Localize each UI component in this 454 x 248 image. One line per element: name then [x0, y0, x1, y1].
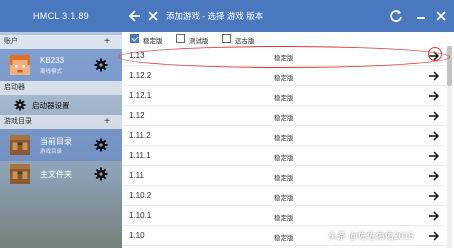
accounts-header: 账户 + [0, 35, 122, 49]
version-row[interactable]: 1.12 稳定版 [122, 106, 446, 126]
version-type: 稳定版 [274, 75, 294, 82]
arrow-right-icon[interactable] [428, 170, 440, 182]
version-name: 1.10 [129, 231, 145, 240]
version-type: 稳定版 [274, 55, 294, 62]
version-type: 稳定版 [274, 135, 294, 142]
app-title: HMCL 3.1.89 [33, 11, 89, 21]
arrow-right-icon[interactable] [428, 90, 440, 102]
game-dir-name: 当前目录 [40, 137, 72, 146]
game-dir-item-home[interactable]: 主文件夹 [0, 158, 122, 190]
version-type: 稳定版 [274, 155, 294, 162]
version-name: 1.11 [129, 171, 144, 180]
old-checkbox[interactable] [222, 34, 231, 43]
add-account-button[interactable]: + [104, 35, 110, 48]
title-bar: HMCL 3.1.89 添加游戏 - 选择 游戏 版本 [0, 0, 454, 32]
launcher-settings-label: 启动器设置 [32, 101, 70, 110]
version-type: 稳定版 [274, 195, 294, 202]
back-arrow-icon[interactable] [128, 8, 142, 24]
version-type: 稳定版 [274, 115, 294, 122]
version-row[interactable]: 1.10.1 稳定版 [122, 206, 446, 226]
game-dir-header: 游戏目录 + [0, 115, 122, 129]
filter-label: 稳定版 [143, 38, 163, 45]
account-type: 离线模式 [40, 69, 63, 75]
filter-label: 远古版 [235, 38, 255, 45]
filter-bar: 稳定版 测试版 远古版 [122, 32, 454, 46]
arrow-right-icon[interactable] [428, 110, 440, 122]
close-page-icon[interactable] [146, 8, 160, 24]
settings-gear-icon [14, 99, 26, 111]
arrow-right-icon[interactable] [428, 150, 440, 162]
close-icon[interactable] [434, 9, 448, 23]
arrow-right-icon[interactable] [428, 130, 440, 142]
version-type: 稳定版 [274, 95, 294, 102]
launcher-header-label: 启动器 [4, 84, 25, 91]
game-dir-name: 主文件夹 [40, 170, 72, 179]
account-name: KB233 [40, 56, 65, 65]
filter-label: 测试版 [189, 38, 209, 45]
version-row[interactable]: 1.12.1 稳定版 [122, 86, 446, 106]
version-name: 1.13 [129, 51, 145, 60]
game-dir-subtitle: 游戏目录 [40, 149, 63, 155]
game-dir-header-label: 游戏目录 [4, 118, 32, 125]
version-type: 稳定版 [274, 175, 294, 182]
arrow-right-icon[interactable] [428, 50, 440, 62]
arrow-right-icon[interactable] [428, 70, 440, 82]
version-row[interactable]: 1.11.2 稳定版 [122, 126, 446, 146]
minimize-icon[interactable] [414, 9, 428, 23]
gear-icon[interactable] [94, 138, 108, 152]
gear-icon[interactable] [94, 58, 108, 72]
version-name: 1.12.1 [129, 91, 152, 100]
add-game-dir-button[interactable]: + [104, 115, 110, 128]
arrow-right-icon[interactable] [428, 190, 440, 202]
version-row[interactable]: 1.11.1 稳定版 [122, 146, 446, 166]
arrow-right-icon[interactable] [428, 230, 440, 242]
arrow-right-icon[interactable] [428, 210, 440, 222]
accounts-header-label: 账户 [4, 38, 18, 45]
version-name: 1.12 [129, 111, 145, 120]
version-name: 1.10.1 [129, 211, 152, 220]
scrollbar[interactable] [447, 46, 452, 248]
version-type: 稳定版 [274, 235, 294, 242]
release-checkbox[interactable] [130, 34, 139, 43]
version-panel: 稳定版 测试版 远古版 1.13 稳定版 1.12.2 稳定版 1.12.1 稳… [122, 32, 454, 248]
breadcrumb: 添加游戏 - 选择 游戏 版本 [166, 11, 264, 21]
version-row[interactable]: 1.10.2 稳定版 [122, 186, 446, 206]
game-dir-item-current[interactable]: 当前目录 游戏目录 [0, 129, 122, 161]
version-row[interactable]: 1.13 稳定版 [122, 46, 446, 66]
sidebar: 账户 + KB233 离线模式 启动器 启动器设置 游戏目录 + 当前目录 游戏… [0, 32, 122, 248]
version-name: 1.12.2 [129, 71, 152, 80]
crafting-table-icon [10, 164, 30, 184]
scroll-thumb[interactable] [447, 46, 452, 86]
snapshot-checkbox[interactable] [176, 34, 185, 43]
crafting-table-icon [10, 135, 30, 155]
version-name: 1.10.2 [129, 191, 152, 200]
refresh-icon[interactable] [389, 9, 403, 23]
version-name: 1.11.2 [129, 131, 151, 140]
version-row[interactable]: 1.12.2 稳定版 [122, 66, 446, 86]
gear-icon[interactable] [94, 167, 108, 181]
account-item[interactable]: KB233 离线模式 [0, 49, 122, 81]
watermark: 头条 @佐佐佑佑2015 [328, 231, 414, 241]
version-type: 稳定版 [274, 215, 294, 222]
avatar [10, 55, 30, 75]
launcher-settings-item[interactable]: 启动器设置 [0, 95, 122, 115]
launcher-header: 启动器 [0, 81, 122, 95]
version-name: 1.11.1 [129, 151, 151, 160]
version-row[interactable]: 1.11 稳定版 [122, 166, 446, 186]
